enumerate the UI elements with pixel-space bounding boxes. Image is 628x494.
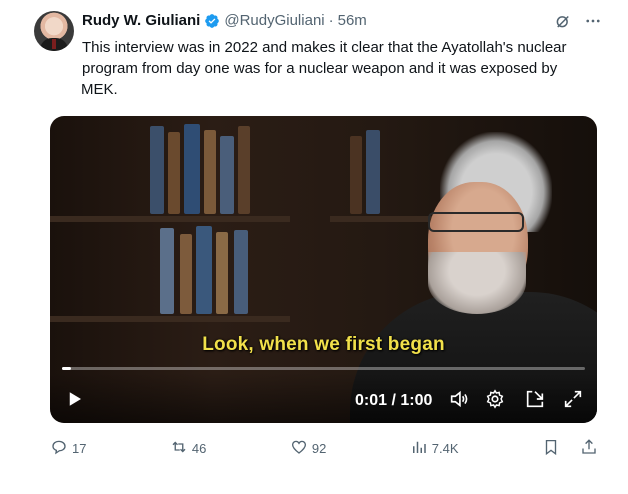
- verified-badge-icon: [204, 13, 220, 29]
- picture-in-picture-icon[interactable]: [524, 388, 546, 410]
- grok-icon[interactable]: [554, 12, 572, 35]
- fullscreen-icon[interactable]: [562, 388, 584, 410]
- tweet-text-line: program from day one was for a nuclear w…: [82, 60, 558, 77]
- repost-count: 46: [191, 440, 207, 456]
- tweet-secondary-actions: [542, 438, 598, 459]
- repost-button[interactable]: 46: [170, 438, 206, 459]
- tweet-header: Rudy W. Giuliani @RudyGiuliani · 56m: [82, 12, 367, 29]
- video-progress-bar[interactable]: [62, 367, 585, 370]
- tweet-top-icons: [554, 12, 602, 35]
- avatar[interactable]: [34, 11, 74, 51]
- author-name[interactable]: Rudy W. Giuliani: [82, 12, 200, 29]
- volume-icon[interactable]: [448, 388, 470, 410]
- video-player[interactable]: Look, when we first began 0:01 / 1:00: [50, 116, 597, 423]
- video-progress-fill: [62, 367, 71, 370]
- reply-button[interactable]: 17: [50, 438, 86, 459]
- tweet-text-line: MEK.: [81, 81, 118, 98]
- separator-dot: ·: [328, 12, 334, 29]
- video-time-readout: 0:01 / 1:00: [355, 392, 433, 409]
- like-button[interactable]: 92: [290, 438, 326, 459]
- heart-icon: [290, 438, 308, 459]
- play-icon[interactable]: [66, 390, 84, 408]
- repost-icon: [170, 438, 188, 459]
- share-icon[interactable]: [580, 438, 598, 459]
- author-handle[interactable]: @RudyGiuliani: [224, 12, 324, 29]
- tweet-timestamp[interactable]: 56m: [338, 12, 367, 29]
- views-button[interactable]: 7.4K: [410, 438, 459, 459]
- tweet-actions: 17 46 92 7.4K: [50, 436, 598, 460]
- more-options-icon[interactable]: [584, 12, 602, 35]
- tweet-text: This interview was in 2022 and makes it …: [81, 37, 602, 100]
- bookmark-icon[interactable]: [542, 438, 560, 459]
- reply-icon: [50, 438, 68, 459]
- settings-gear-icon[interactable]: [484, 388, 506, 410]
- like-count: 92: [311, 440, 327, 456]
- reply-count: 17: [72, 440, 87, 456]
- video-controls-overlay: [50, 373, 597, 423]
- views-count: 7.4K: [431, 440, 459, 456]
- views-chart-icon: [410, 438, 428, 459]
- video-caption: Look, when we first began: [202, 334, 445, 355]
- tweet-text-line: This interview was in 2022 and makes it …: [82, 39, 567, 56]
